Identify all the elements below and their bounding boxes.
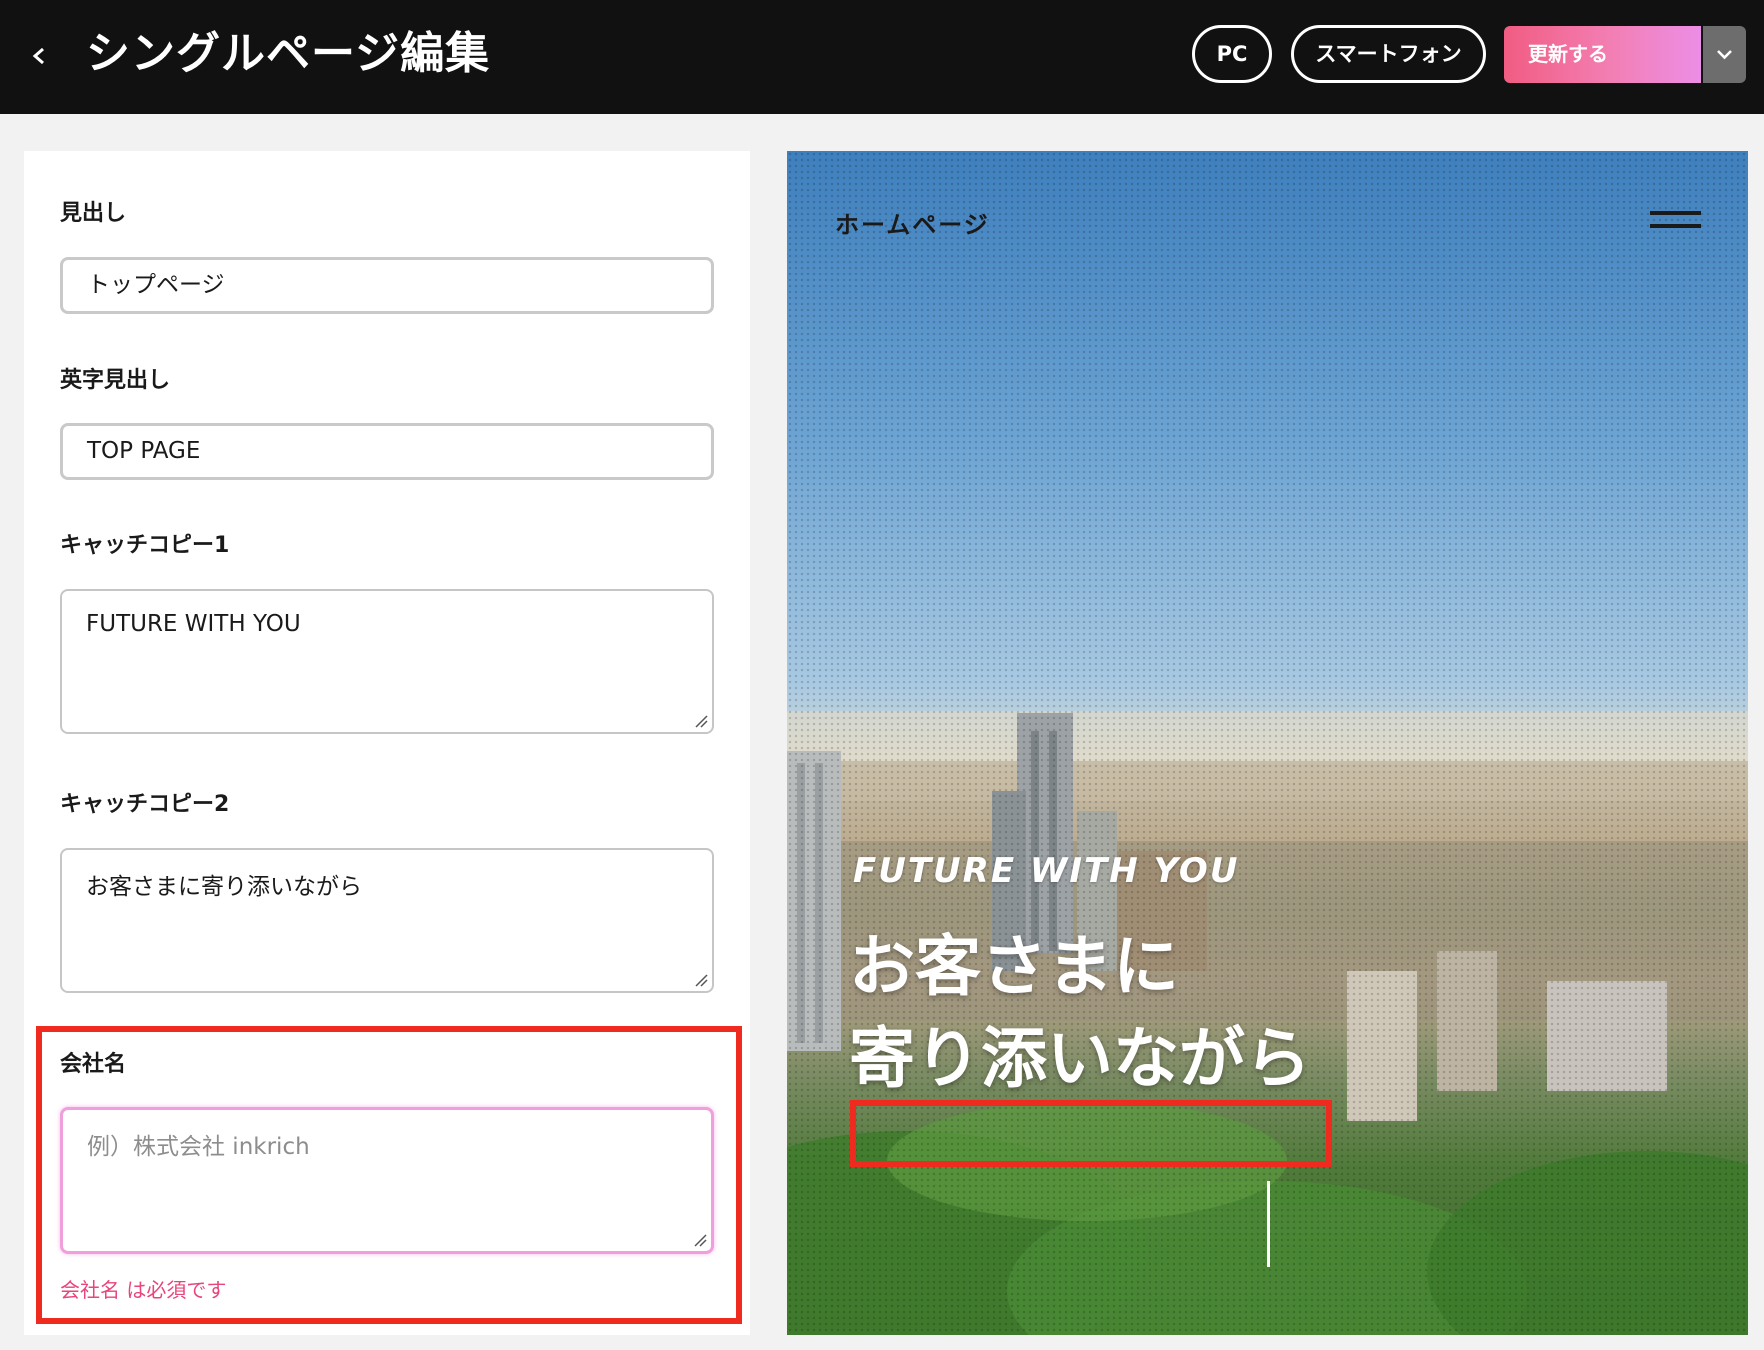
preview-pane: ホームページ FUTURE WITH YOU お客さまに 寄り添いながら <box>787 151 1748 1335</box>
page-title: シングルページ編集 <box>86 28 491 79</box>
device-pc-button[interactable]: PC <box>1192 25 1272 83</box>
company-name-error: 会社名 は必須です <box>60 1278 227 1302</box>
english-heading-label: 英字見出し <box>60 368 171 393</box>
preview-catch-copy-1: FUTURE WITH YOU <box>853 851 1240 891</box>
company-name-label: 会社名 <box>60 1052 127 1077</box>
catch-copy-1-label: キャッチコピー1 <box>60 533 230 558</box>
resize-grip-icon[interactable] <box>694 714 708 728</box>
catch-copy-1-textarea[interactable]: FUTURE WITH YOU <box>60 589 714 734</box>
hamburger-icon[interactable] <box>1650 209 1701 231</box>
preview-site-title[interactable]: ホームページ <box>835 205 990 240</box>
chevron-down-icon <box>1717 50 1732 60</box>
edit-form-panel: 見出し トップページ 英字見出し TOP PAGE キャッチコピー1 FUTUR… <box>24 151 750 1335</box>
company-name-placeholder: 例）株式会社 inkrich <box>87 1134 310 1160</box>
update-options-button[interactable] <box>1703 26 1746 83</box>
heading-label: 見出し <box>60 201 127 226</box>
resize-grip-icon[interactable] <box>693 1233 707 1247</box>
scroll-indicator <box>1267 1181 1270 1267</box>
device-smartphone-button[interactable]: スマートフォン <box>1291 25 1486 83</box>
dot-overlay <box>787 151 1748 1335</box>
catch-copy-2-label: キャッチコピー2 <box>60 792 230 817</box>
preview-catch-copy-2: お客さまに 寄り添いながら <box>849 928 1311 1097</box>
catch-copy-2-value: お客さまに寄り添いながら <box>86 874 362 900</box>
english-heading-input[interactable]: TOP PAGE <box>60 423 714 480</box>
catch-copy-2-textarea[interactable]: お客さまに寄り添いながら <box>60 848 714 993</box>
heading-input[interactable]: トップページ <box>60 257 714 314</box>
top-bar: シングルページ編集 PC スマートフォン 更新する <box>0 0 1764 114</box>
resize-grip-icon[interactable] <box>694 973 708 987</box>
catch-copy-1-value: FUTURE WITH YOU <box>86 611 301 637</box>
company-name-textarea[interactable]: 例）株式会社 inkrich <box>60 1107 714 1254</box>
update-button[interactable]: 更新する <box>1504 26 1701 83</box>
back-button[interactable] <box>30 36 56 76</box>
chevron-left-icon <box>32 47 44 65</box>
